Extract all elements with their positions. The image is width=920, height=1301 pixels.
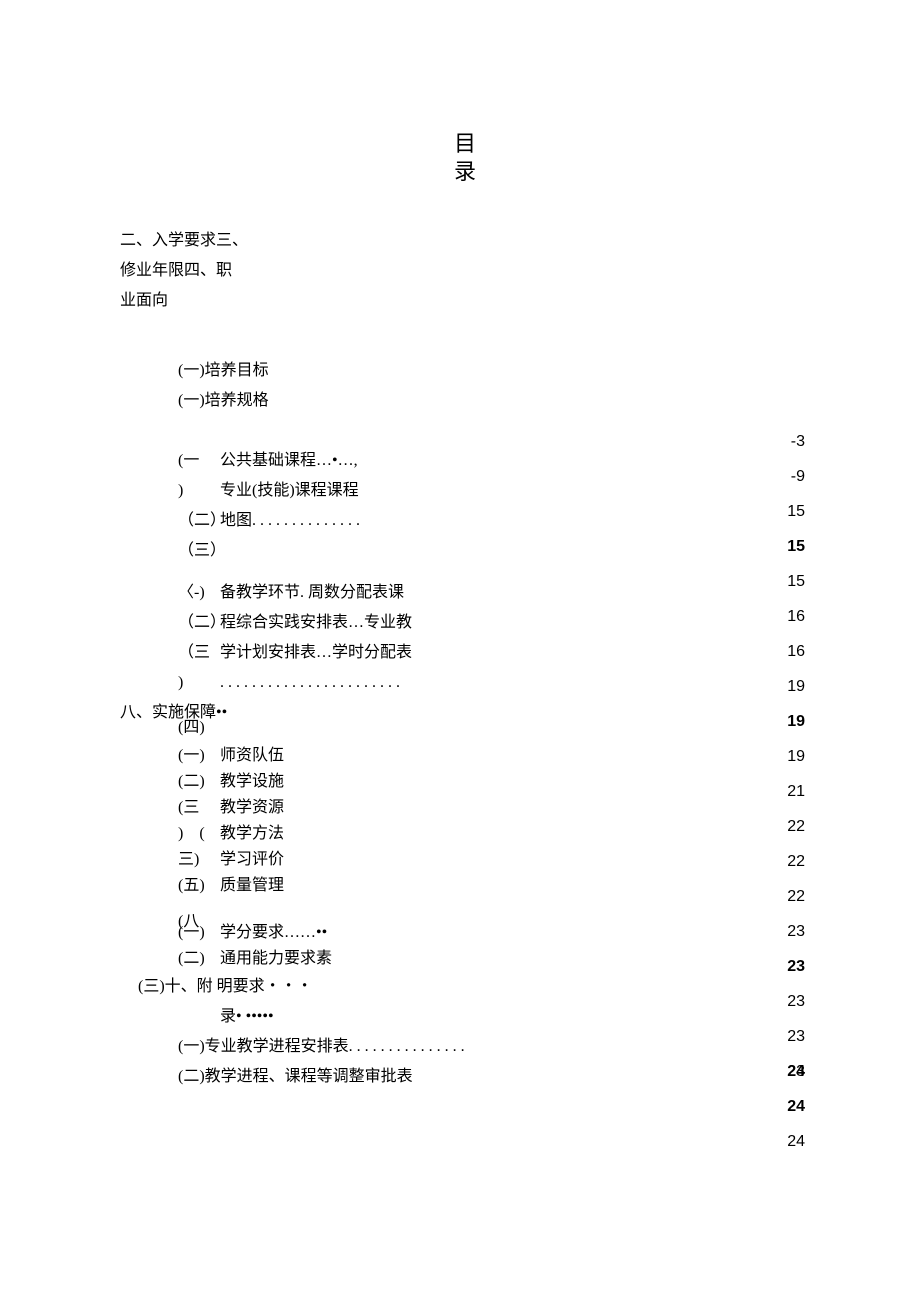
toc-text: 通用能力要求素 <box>220 946 332 972</box>
toc-text: 地图. . . . . . . . . . . . . . <box>220 506 360 536</box>
toc-label: (四) <box>178 713 220 743</box>
page-number: 23 <box>787 914 805 949</box>
toc-row: （三学计划安排表…学时分配表 <box>178 638 810 668</box>
page-number: 23 <box>787 1054 805 1089</box>
toc-row: (一)师资队伍 <box>178 743 810 769</box>
appendix-2: (二)教学进程、课程等调整审批表 <box>178 1062 810 1092</box>
page-number: 15 <box>787 529 805 564</box>
page-number: 16 <box>787 634 805 669</box>
toc-text: 专业(技能)课程课程 <box>220 476 359 506</box>
page-number: -9 <box>787 459 805 494</box>
toc-label: 〈-) <box>178 578 220 608</box>
toc-text: (二)教学进程、课程等调整审批表 <box>178 1062 413 1092</box>
toc-row: （二）程综合实践安排表…专业教 <box>178 608 810 638</box>
toc-row: (三教学资源 <box>178 795 810 821</box>
toc-label: (二) <box>178 769 220 795</box>
page-number: 23 <box>787 1019 805 1054</box>
toc-label: （二） <box>178 608 220 638</box>
toc-row: ). . . . . . . . . . . . . . . . . . . .… <box>178 668 810 698</box>
page-number: 21 <box>787 774 805 809</box>
toc-label: （三 <box>178 638 220 668</box>
title-char-2: 录 <box>120 158 810 186</box>
toc-row: (五)质量管理 <box>178 873 810 899</box>
toc-label: 三) <box>178 847 220 873</box>
toc-text: 师资队伍 <box>220 743 284 769</box>
page-number: 24 <box>787 1124 805 1159</box>
goal-1: (一)培养目标 <box>178 356 810 386</box>
toc-row: (一)学分要求……•• <box>178 920 810 946</box>
page-number: 23 <box>787 984 805 1019</box>
page-number: 22 <box>787 879 805 914</box>
page-number: 19 <box>787 669 805 704</box>
toc-row: (二)教学设施 <box>178 769 810 795</box>
toc-row: )专业(技能)课程课程 <box>178 476 810 506</box>
toc-row: (一公共基础课程…•…, <box>178 446 810 476</box>
page-number: 24 <box>787 1089 805 1124</box>
page-numbers-column: -3-9151515161619191921222222232323232423… <box>787 424 805 1159</box>
intro-block: 二、入学要求三、 修业年限四、职 业面向 <box>120 226 810 316</box>
page-number: 15 <box>787 564 805 599</box>
toc-label: ) <box>178 668 220 698</box>
toc-text: 质量管理 <box>220 873 284 899</box>
toc-text: 教学方法 <box>220 821 284 847</box>
toc-label: （二） <box>178 506 220 536</box>
page-number: 19 <box>787 704 805 739</box>
page-number: 22 <box>787 844 805 879</box>
toc-label: (二) <box>178 946 220 972</box>
toc-label: (一 <box>178 446 220 476</box>
toc-row: ) (教学方法 <box>178 821 810 847</box>
toc-section-1: (一公共基础课程…•…, )专业(技能)课程课程 （二）地图. . . . . … <box>178 446 810 1092</box>
intro-line-2: 修业年限四、职 <box>120 256 810 286</box>
toc-row: (二)通用能力要求素 <box>178 946 810 972</box>
page-number: 16 <box>787 599 805 634</box>
toc-text: 教学资源 <box>220 795 284 821</box>
toc-row: 〈-)备教学环节. 周数分配表课 <box>178 578 810 608</box>
page-number: 23 <box>787 949 805 984</box>
toc-label: (五) <box>178 873 220 899</box>
toc-text: 学习评价 <box>220 847 284 873</box>
toc-text: (一)专业教学进程安排表. . . . . . . . . . . . . . … <box>178 1032 465 1062</box>
goal-2: (一)培养规格 <box>178 386 810 416</box>
line-san: (三)十、附 明要求・・・ <box>138 972 810 1002</box>
page-number: 15 <box>787 494 805 529</box>
goals-block: (一)培养目标 (一)培养规格 <box>178 356 810 416</box>
document-title: 目 录 <box>120 130 810 186</box>
toc-label: （三） <box>178 536 220 566</box>
toc-text: 程综合实践安排表…专业教 <box>220 608 412 638</box>
toc-text: 学分要求……•• <box>220 920 327 946</box>
toc-row: （二）地图. . . . . . . . . . . . . . <box>178 506 810 536</box>
page-number: -3 <box>787 424 805 459</box>
page-number: 19 <box>787 739 805 774</box>
intro-line-3: 业面向 <box>120 286 810 316</box>
toc-label: (一) <box>178 743 220 769</box>
toc-label: ) ( <box>178 821 220 847</box>
toc-label: ) <box>178 476 220 506</box>
toc-text: 公共基础课程…•…, <box>220 446 358 476</box>
toc-label: (三 <box>178 795 220 821</box>
toc-label: (一) <box>178 920 220 946</box>
intro-line-1: 二、入学要求三、 <box>120 226 810 256</box>
page-number: 22 <box>787 809 805 844</box>
toc-text: . . . . . . . . . . . . . . . . . . . . … <box>220 668 400 698</box>
toc-text: 学计划安排表…学时分配表 <box>220 638 412 668</box>
toc-row: 三)学习评价 <box>178 847 810 873</box>
toc-text: 备教学环节. 周数分配表课 <box>220 578 404 608</box>
title-char-1: 目 <box>120 130 810 158</box>
toc-text: 教学设施 <box>220 769 284 795</box>
line-lu: 录• ••••• <box>178 1002 810 1032</box>
toc-row: (四) <box>178 713 810 743</box>
toc-text: 录• ••••• <box>220 1002 274 1032</box>
appendix-1: (一)专业教学进程安排表. . . . . . . . . . . . . . … <box>178 1032 810 1062</box>
toc-row: （三） <box>178 536 810 566</box>
